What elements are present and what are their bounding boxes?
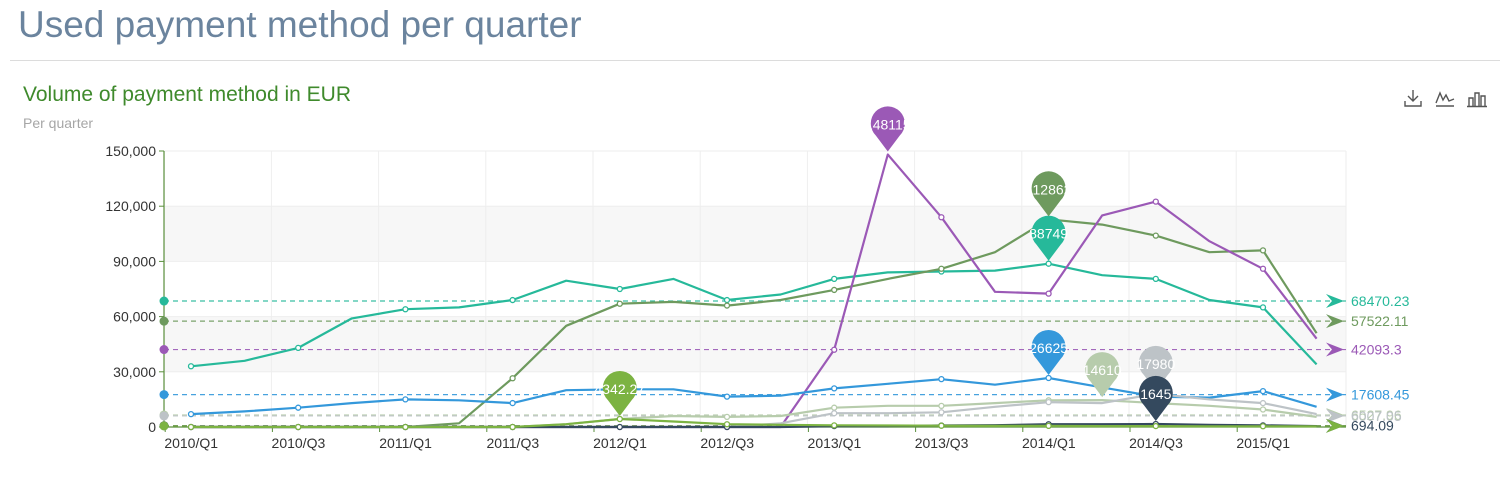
data-point — [616, 423, 623, 431]
y-tick-label: 150,000 — [105, 143, 156, 159]
average-start-dot — [159, 421, 169, 431]
x-tick-label: 2014/Q1 — [1022, 435, 1076, 451]
x-tick-label: 2012/Q3 — [700, 435, 754, 451]
x-tick-label: 2011/Q1 — [379, 435, 432, 451]
data-point — [723, 413, 731, 421]
average-start-dot — [159, 390, 169, 400]
x-tick-label: 2014/Q3 — [1129, 435, 1183, 451]
average-start-dot — [159, 411, 169, 421]
max-marker-label: 88749 — [1029, 226, 1068, 242]
x-tick-label: 2013/Q3 — [915, 435, 969, 451]
data-point — [1045, 374, 1052, 382]
average-label: 17608.45 — [1351, 387, 1410, 403]
data-point — [295, 344, 302, 352]
data-point — [616, 285, 623, 293]
data-point — [1152, 232, 1159, 239]
y-tick-label: 30,000 — [113, 364, 156, 380]
data-point — [509, 423, 516, 431]
data-point — [1152, 422, 1159, 430]
data-point — [831, 422, 838, 429]
max-marker-label: 4342.27 — [594, 381, 645, 397]
data-point — [509, 375, 516, 382]
data-point — [1259, 265, 1267, 272]
data-point — [831, 346, 838, 353]
x-tick-label: 2010/Q3 — [272, 435, 326, 451]
data-point — [187, 363, 195, 370]
data-point — [1259, 423, 1267, 430]
bar-chart-icon[interactable] — [1466, 88, 1488, 108]
chart-toolbox — [1402, 88, 1488, 108]
data-point — [187, 410, 195, 418]
line-chart-icon[interactable] — [1434, 88, 1456, 108]
download-icon[interactable] — [1402, 88, 1424, 108]
data-point — [1259, 247, 1267, 254]
data-point — [1259, 387, 1267, 395]
data-point — [938, 376, 945, 383]
data-point — [1259, 399, 1267, 407]
data-point — [295, 423, 302, 431]
average-label: 68470.23 — [1351, 293, 1410, 309]
max-marker-label: 112862 — [1026, 181, 1072, 197]
data-point — [938, 265, 945, 272]
data-point — [831, 286, 838, 294]
data-point — [938, 422, 945, 429]
data-point — [831, 275, 838, 283]
data-point — [831, 404, 838, 411]
max-marker-label: 26625 — [1029, 340, 1068, 356]
data-point — [1045, 422, 1052, 430]
data-point — [1259, 304, 1267, 311]
data-point — [295, 404, 302, 411]
average-start-dot — [159, 345, 169, 355]
average-label: 57522.11 — [1351, 313, 1409, 329]
data-point — [509, 296, 516, 304]
grid-band — [164, 206, 1346, 262]
data-point — [831, 410, 838, 417]
data-point — [402, 306, 409, 313]
average-start-dot — [159, 316, 169, 326]
data-point — [1045, 290, 1052, 297]
max-marker-label: 17980 — [1136, 356, 1175, 372]
x-tick-label: 2012/Q1 — [593, 435, 647, 451]
y-tick-label: 120,000 — [105, 198, 156, 214]
data-point — [938, 402, 945, 409]
data-point — [723, 421, 731, 428]
data-point — [402, 396, 409, 403]
data-point — [723, 296, 731, 304]
data-point — [402, 423, 409, 431]
data-point — [187, 423, 195, 431]
data-point — [1045, 260, 1052, 267]
x-tick-label: 2010/Q1 — [164, 435, 218, 451]
line-chart: 0 30,000 60,000 90,000 120,000 150,000 2010/Q1… — [105, 106, 1410, 451]
data-point — [723, 302, 731, 309]
data-point — [831, 385, 838, 392]
average-label: 694.09 — [1351, 418, 1394, 434]
max-marker-label: 1645 — [1140, 386, 1171, 402]
data-point — [1259, 406, 1267, 413]
data-point — [938, 409, 945, 416]
x-tick-label: 2013/Q1 — [808, 435, 862, 451]
data-point — [1152, 198, 1159, 205]
average-start-dot — [159, 296, 169, 306]
y-tick-label: 60,000 — [113, 309, 156, 325]
data-point — [616, 415, 623, 423]
max-marker-label: 14610 — [1083, 362, 1122, 378]
data-point — [723, 393, 731, 400]
data-point — [616, 300, 623, 307]
data-point — [509, 399, 516, 407]
data-point — [1045, 399, 1052, 406]
x-tick-label: 2015/Q1 — [1236, 435, 1290, 451]
x-tick-label: 2011/Q3 — [486, 435, 539, 451]
average-label: 42093.3 — [1351, 342, 1402, 358]
data-point — [938, 214, 945, 221]
max-marker-label: 148115 — [865, 116, 911, 132]
y-tick-label: 0 — [148, 419, 156, 435]
y-tick-label: 90,000 — [113, 253, 156, 269]
data-point — [1152, 275, 1159, 283]
